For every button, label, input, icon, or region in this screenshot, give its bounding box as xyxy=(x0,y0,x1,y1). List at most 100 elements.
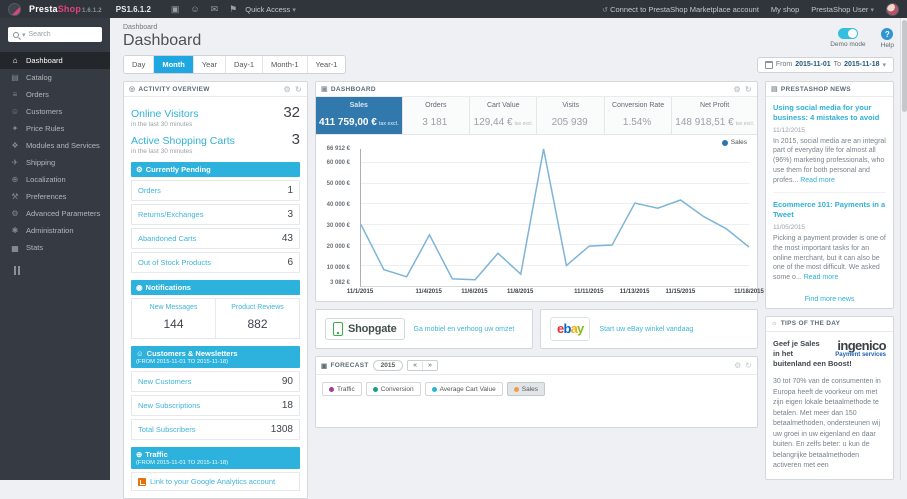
previous-year-button[interactable]: « xyxy=(408,361,422,370)
kpi-cell[interactable]: Sales 411 759,00 €tax excl. xyxy=(316,97,403,134)
row-link[interactable]: Orders xyxy=(138,186,161,195)
notification-cell: Product Reviews 882 xyxy=(215,299,299,338)
forecast-legend-toggle[interactable]: Average Cart Value xyxy=(425,382,503,396)
cell-link[interactable]: Product Reviews xyxy=(218,304,297,311)
shopgate-link[interactable]: Ga mobiel en verhoog uw omzet xyxy=(414,326,515,333)
panel-title: PRESTASHOP NEWS xyxy=(781,86,851,93)
gear-icon[interactable]: ⚙ xyxy=(734,85,741,94)
calendar-icon xyxy=(765,61,773,69)
ebay-logo-letter: b xyxy=(563,321,570,336)
sidebar-item[interactable]: ⊕ Localization xyxy=(0,171,110,188)
activity-stats: Online Visitors 32 in the last 30 minute… xyxy=(131,104,300,155)
sidebar-item[interactable]: ▤ Catalog xyxy=(0,69,110,86)
kpi-cell[interactable]: Visits 205 939 xyxy=(537,97,604,134)
legend-dot-icon xyxy=(514,387,519,392)
search-input[interactable] xyxy=(29,31,87,38)
pin-icon[interactable]: ⚑ xyxy=(229,4,237,15)
row-value: 90 xyxy=(282,376,293,387)
sidebar: ▾ ⌂ Dashboard ▤ Catalog ≡ Orders ☺ Custo… xyxy=(0,18,110,480)
refresh-icon[interactable]: ↻ xyxy=(295,85,302,94)
date-range-button[interactable]: From 2015-11-01 To 2015-11-18 ▾ xyxy=(757,57,894,73)
help-icon[interactable]: ? xyxy=(881,28,893,40)
gear-icon[interactable]: ⚙ xyxy=(734,361,741,370)
article-title-link[interactable]: Ecommerce 101: Payments in a Tweet xyxy=(773,200,886,220)
notification-cells: New Messages 144 Product Reviews 882 xyxy=(131,298,300,339)
period-tab[interactable]: Month-1 xyxy=(263,56,308,73)
forecast-legend-toggle[interactable]: Conversion xyxy=(366,382,421,396)
customers-icon: ☺ xyxy=(10,107,20,116)
cart-icon[interactable]: ▣ xyxy=(171,4,180,15)
scrollbar-thumb[interactable] xyxy=(902,20,907,112)
kpi-cell[interactable]: Net Profit 148 918,51 €tax excl. xyxy=(672,97,757,134)
period-tab[interactable]: Day xyxy=(124,56,154,73)
forecast-year-badge[interactable]: 2015 xyxy=(373,360,403,371)
sidebar-item-label: Dashboard xyxy=(26,56,63,65)
row-link[interactable]: New Customers xyxy=(138,377,191,386)
sidebar-collapse-button[interactable] xyxy=(14,266,110,275)
sidebar-item[interactable]: ✈ Shipping xyxy=(0,154,110,171)
read-more-link[interactable]: Read more xyxy=(800,177,835,184)
messages-icon[interactable]: ✉ xyxy=(211,4,219,15)
period-tab[interactable]: Day-1 xyxy=(226,56,263,73)
forecast-nav: « » xyxy=(407,360,438,371)
row-link[interactable]: Returns/Exchanges xyxy=(138,210,203,219)
my-shop-link[interactable]: My shop xyxy=(771,5,799,14)
row-link[interactable]: Out of Stock Products xyxy=(138,258,211,267)
period-tab[interactable]: Month xyxy=(154,56,194,73)
sidebar-item[interactable]: ⚒ Preferences xyxy=(0,188,110,205)
row-link[interactable]: Abandoned Carts xyxy=(138,234,196,243)
person-icon: ☺ xyxy=(136,349,144,358)
sidebar-item[interactable]: ▅ Stats xyxy=(0,239,110,256)
forecast-legend-toggle[interactable]: Sales xyxy=(507,382,545,396)
ebay-link[interactable]: Start uw eBay winkel vandaag xyxy=(599,326,693,333)
find-more-news-link[interactable]: Find more news xyxy=(766,296,893,303)
marketplace-connect-link[interactable]: ↺ Connect to PrestaShop Marketplace acco… xyxy=(602,5,759,14)
quick-access-menu[interactable]: Quick Access ▾ xyxy=(245,5,296,14)
sidebar-item[interactable]: ⚙ Advanced Parameters xyxy=(0,205,110,222)
stat-link[interactable]: Online Visitors xyxy=(131,108,199,120)
customers-notifications-icon[interactable]: ☺ xyxy=(190,4,199,15)
demo-mode-toggle[interactable]: Demo mode xyxy=(830,28,865,49)
preferences-icon: ⚒ xyxy=(10,192,20,201)
user-menu[interactable]: PrestaShop User ▾ xyxy=(811,5,874,14)
sidebar-item[interactable]: ☺ Customers xyxy=(0,103,110,120)
help-button[interactable]: ? Help xyxy=(881,28,894,49)
brand-shop: Shop xyxy=(58,4,81,14)
sidebar-item[interactable]: ✱ Administration xyxy=(0,222,110,239)
read-more-link[interactable]: Read more xyxy=(804,274,839,281)
cell-link[interactable]: New Messages xyxy=(134,304,213,311)
stat-link[interactable]: Active Shopping Carts xyxy=(131,135,235,147)
kpi-cell[interactable]: Cart Value 129,44 €tax excl. xyxy=(470,97,537,134)
kpi-label: Conversion Rate xyxy=(608,102,668,109)
row-link[interactable]: Total Subscribers xyxy=(138,425,196,434)
cell-value: 882 xyxy=(218,317,297,331)
sidebar-item[interactable]: ≡ Orders xyxy=(0,86,110,103)
next-year-button[interactable]: » xyxy=(422,361,437,370)
sidebar-item[interactable]: ✦ Price Rules xyxy=(0,120,110,137)
kpi-label: Orders xyxy=(406,102,466,109)
advanced-parameters-icon: ⚙ xyxy=(10,209,20,218)
period-tab[interactable]: Year-1 xyxy=(308,56,346,73)
article-title-link[interactable]: Using social media for your business: 4 … xyxy=(773,103,886,123)
sidebar-item[interactable]: ⌂ Dashboard xyxy=(0,52,110,69)
stat-value: 32 xyxy=(283,104,300,121)
stat-subtitle: in the last 30 minutes xyxy=(131,148,300,155)
avatar[interactable] xyxy=(886,3,899,16)
sidebar-item-label: Administration xyxy=(26,226,74,235)
forecast-legend-toggle[interactable]: Traffic xyxy=(322,382,362,396)
google-analytics-link[interactable]: Link to your Google Analytics account xyxy=(150,477,275,486)
sidebar-search[interactable]: ▾ xyxy=(8,27,102,42)
period-tab[interactable]: Year xyxy=(194,56,226,73)
kpi-cell[interactable]: Conversion Rate 1.54% xyxy=(605,97,672,134)
refresh-icon[interactable]: ↻ xyxy=(745,85,752,94)
row-value: 1308 xyxy=(271,424,293,435)
refresh-icon[interactable]: ↻ xyxy=(745,361,752,370)
page-scrollbar[interactable] xyxy=(900,18,907,480)
news-list: Using social media for your business: 4 … xyxy=(766,97,893,287)
breadcrumb[interactable]: Dashboard xyxy=(123,24,201,31)
toggle-on-icon[interactable] xyxy=(838,28,858,39)
sidebar-item[interactable]: ❖ Modules and Services xyxy=(0,137,110,154)
gear-icon[interactable]: ⚙ xyxy=(284,85,291,94)
row-link[interactable]: New Subscriptions xyxy=(138,401,200,410)
kpi-cell[interactable]: Orders 3 181 xyxy=(403,97,470,134)
